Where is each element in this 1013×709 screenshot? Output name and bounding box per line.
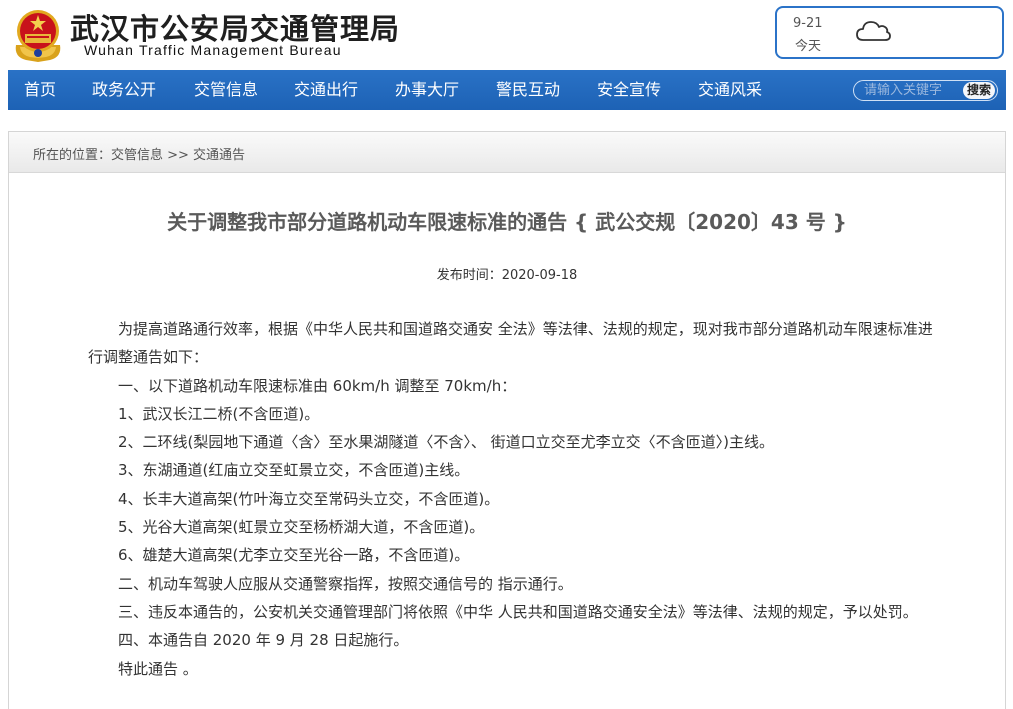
paragraph: 2、二环线(梨园地下通道〈含〉至水果湖隧道〈不含〉、 街道口立交至尤李立交〈不含… — [118, 433, 775, 452]
publish-date-value: 2020-09-18 — [501, 268, 578, 283]
publish-date-label: 发布时间： — [436, 268, 502, 283]
nav-police-interaction[interactable]: 警民互动 — [496, 70, 560, 110]
nav-traffic-travel[interactable]: 交通出行 — [294, 70, 358, 110]
search-button[interactable]: 搜索 — [962, 82, 995, 99]
paragraph: 为提高道路通行效率，根据《中华人民共和国道路交通安 全法》等法律、法规的规定，现… — [88, 320, 933, 367]
paragraph: 3、东湖通道(红庙立交至虹景立交，不含匝道)主线。 — [118, 461, 470, 480]
paragraph: 1、武汉长江二桥(不含匝道)。 — [118, 404, 320, 423]
breadcrumb-bar: 所在的位置：交管信息 >> 交通通告 — [9, 132, 1005, 173]
breadcrumb: 所在的位置：交管信息 >> 交通通告 — [33, 148, 246, 163]
search-box: 搜索 — [853, 80, 998, 101]
paragraph: 四、本通告自 2020 年 9 月 28 日起施行。 — [118, 631, 409, 650]
weather-date: 9-21 — [793, 16, 823, 31]
main-nav: 首页 政务公开 交管信息 交通出行 办事大厅 警民互动 安全宣传 交通风采 搜索 — [8, 70, 1006, 110]
cloud-icon — [856, 21, 891, 41]
site-header: 武汉市公安局交通管理局 Wuhan Traffic Management Bur… — [0, 0, 1013, 70]
article-title: 关于调整我市部分道路机动车限速标准的通告 { 武公交规〔2020〕43 号 } — [167, 210, 847, 234]
paragraph: 4、长丰大道高架(竹叶海立交至常码头立交，不含匝道)。 — [118, 489, 500, 508]
nav-home[interactable]: 首页 — [24, 70, 56, 110]
content-panel: 所在的位置：交管信息 >> 交通通告 关于调整我市部分道路机动车限速标准的通告 … — [8, 131, 1006, 709]
publish-date: 发布时间：2020-09-18 — [9, 264, 1005, 283]
nav-government-affairs[interactable]: 政务公开 — [92, 70, 156, 110]
weather-day: 今天 — [795, 39, 822, 54]
nav-traffic-style[interactable]: 交通风采 — [698, 70, 762, 110]
weather-widget: 9-21 今天 — [775, 6, 1004, 59]
nav-traffic-info[interactable]: 交管信息 — [194, 70, 258, 110]
paragraph: 三、违反本通告的，公安机关交通管理部门将依照《中华 人民共和国道路交通安全法》等… — [118, 602, 918, 621]
site-subtitle: Wuhan Traffic Management Bureau — [84, 42, 342, 58]
paragraph: 二、机动车驾驶人应服从交通警察指挥，按照交通信号的 指示通行。 — [118, 574, 573, 593]
nav-service-hall[interactable]: 办事大厅 — [395, 70, 459, 110]
article-body: 为提高道路通行效率，根据《中华人民共和国道路交通安 全法》等法律、法规的规定，现… — [88, 315, 933, 683]
nav-safety-promotion[interactable]: 安全宣传 — [597, 70, 661, 110]
paragraph: 特此通告 。 — [118, 659, 198, 678]
police-emblem-icon — [15, 10, 61, 62]
paragraph: 5、光谷大道高架(虹景立交至杨桥湖大道，不含匝道)。 — [118, 518, 485, 537]
search-input[interactable] — [864, 82, 956, 99]
paragraph: 一、以下道路机动车限速标准由 60km/h 调整至 70km/h： — [118, 376, 517, 395]
paragraph: 6、雄楚大道高架(尤李立交至光谷一路，不含匝道)。 — [118, 546, 470, 565]
